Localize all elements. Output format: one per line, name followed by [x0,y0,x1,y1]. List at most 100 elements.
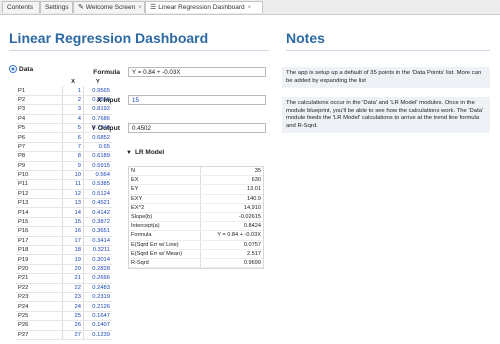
y-value-cell[interactable]: 0.3651 [83,226,112,237]
y-value-cell[interactable]: 0.3414 [83,236,112,247]
tab-label: Settings [45,4,69,11]
y-value-cell[interactable]: 0.5124 [83,189,112,200]
lr-model-header[interactable]: ▼ LR Model [126,149,164,156]
x-value-cell[interactable]: 4 [62,114,84,124]
table-row: P23 23 0.2319 [16,292,112,303]
page-title: Linear Regression Dashboard [9,30,209,46]
table-row: P7 7 0.65 [16,142,112,153]
lr-model-row: EX 630 [129,175,263,186]
y-value-cell[interactable]: 0.9565 [83,86,112,96]
x-value-cell[interactable]: 18 [62,245,84,256]
y-value-cell[interactable]: 0.6189 [83,151,112,162]
table-row: P3 3 0.8192 [16,104,112,115]
x-value-cell[interactable]: 19 [62,254,84,265]
close-icon[interactable]: × [138,5,142,11]
table-row: P15 15 0.3872 [16,217,112,228]
y-value-cell[interactable]: 0.4142 [83,207,112,218]
tab-label: Welcome Screen [85,4,136,11]
x-value-cell[interactable]: 26 [62,320,84,331]
lr-model-value: -0.02615 [200,212,263,223]
row-label: P11 [16,179,63,190]
table-row: P10 10 0.564 [16,170,112,181]
y-value-cell[interactable]: 0.1647 [83,311,112,322]
y-value-cell[interactable]: 0.4521 [83,198,112,209]
y-value-cell[interactable]: 0.65 [83,142,112,153]
lr-model-value: 0.0757 [200,240,263,250]
collapse-icon[interactable] [10,66,16,73]
table-row: P11 11 0.5385 [16,179,112,190]
x-input-field[interactable]: 15 [128,95,266,105]
lr-model-label: EX [129,175,201,186]
x-value-cell[interactable]: 10 [62,170,84,181]
y-value-cell[interactable]: 0.564 [83,170,112,181]
x-value-cell[interactable]: 17 [62,236,84,247]
tab-contents[interactable]: Contents [2,1,40,13]
collapse-arrow-icon[interactable]: ▼ [126,150,132,156]
y-value-cell[interactable]: 0.1239 [83,330,112,340]
y-value-cell[interactable]: 0.5385 [83,179,112,190]
x-value-cell[interactable]: 7 [62,142,84,153]
lr-model-label: N [129,167,201,177]
y-value-cell[interactable]: 0.3872 [83,217,112,228]
x-value-cell[interactable]: 12 [62,189,84,200]
y-value-cell[interactable]: 0.3014 [83,254,112,265]
tab-welcome-screen[interactable]: ✎ Welcome Screen × [73,1,145,13]
notes-title: Notes [286,30,325,46]
x-value-cell[interactable]: 22 [62,283,84,294]
close-icon[interactable]: × [248,5,252,11]
y-value-cell[interactable]: 0.5915 [83,161,112,171]
lr-model-row: N 35 [129,167,263,177]
x-value-cell[interactable]: 3 [62,104,84,115]
x-value-cell[interactable]: 27 [62,330,84,340]
lr-model-value: 0.8424 [200,221,263,232]
x-value-cell[interactable]: 13 [62,198,84,209]
table-row: P14 14 0.4142 [16,207,112,218]
y-value-cell[interactable]: 0.2319 [83,292,112,303]
x-value-cell[interactable]: 16 [62,226,84,237]
tab-settings[interactable]: Settings [40,1,73,13]
tab-linear-regression-dashboard[interactable]: ☰ Linear Regression Dashboard × [145,1,263,13]
lr-model-value: 630 [200,175,263,186]
y-value-cell[interactable]: 0.2126 [83,301,112,312]
table-row: P8 8 0.6189 [16,151,112,162]
y-value-cell[interactable]: 0.1407 [83,320,112,331]
table-row: P6 6 0.6852 [16,132,112,143]
y-value-cell[interactable]: 0.7686 [83,114,112,124]
x-value-cell[interactable]: 24 [62,301,84,312]
x-value-cell[interactable]: 20 [62,264,84,275]
table-row: P17 17 0.3414 [16,236,112,247]
row-label: P4 [16,114,63,124]
lr-model-label: EXY [129,194,201,204]
x-value-cell[interactable]: 6 [62,132,84,143]
table-row: P12 12 0.5124 [16,189,112,200]
x-value-cell[interactable]: 11 [62,179,84,190]
x-value-cell[interactable]: 9 [62,161,84,171]
x-value-cell[interactable]: 14 [62,207,84,218]
lr-model-row: EX^2 14,910 [129,203,263,213]
y-value-cell[interactable]: 0.2828 [83,264,112,275]
y-value-cell[interactable]: 0.2666 [83,273,112,284]
lr-model-row: EXY 140.9 [129,194,263,204]
x-value-cell[interactable]: 15 [62,217,84,228]
table-row: P16 16 0.3651 [16,226,112,237]
lr-model-value: 2.517 [200,249,263,259]
y-value-cell[interactable]: 0.6852 [83,132,112,143]
table-row: P9 9 0.5915 [16,161,112,171]
x-value-cell[interactable]: 8 [62,151,84,162]
row-label: P24 [16,301,63,312]
x-value-cell[interactable]: 1 [62,86,84,96]
y-value-cell[interactable]: 0.2483 [83,283,112,294]
table-row: P1 1 0.9565 [16,86,112,96]
x-value-cell[interactable]: 23 [62,292,84,303]
x-value-cell[interactable]: 25 [62,311,84,322]
lr-model-row: R-Sqrd 0.9699 [129,258,263,269]
lr-model-value: Y = 0.84 + -0.03X [200,230,263,241]
y-value-cell[interactable]: 0.8192 [83,104,112,115]
x-value-cell[interactable]: 21 [62,273,84,284]
formula-label: Formula [93,69,120,76]
y-value-cell[interactable]: 0.3211 [83,245,112,256]
data-table-header: X Y [16,78,112,86]
data-section-header[interactable]: Data [10,66,33,73]
row-label: P6 [16,132,63,143]
lr-model-row: E(Sqrd Err w/ Line) 0.0757 [129,240,263,250]
